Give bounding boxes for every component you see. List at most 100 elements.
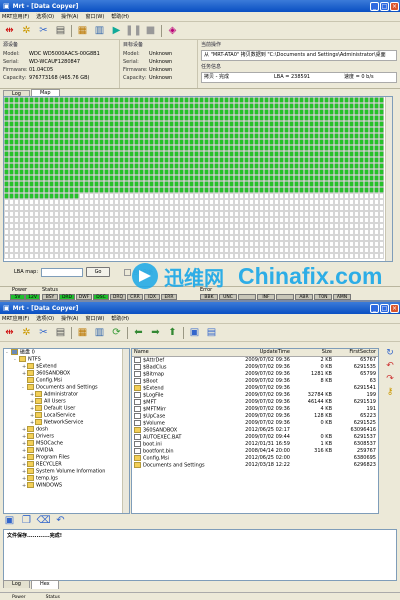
menu-options[interactable]: 选项(O) bbox=[36, 315, 54, 322]
drive-icon[interactable]: ▥ bbox=[93, 326, 106, 339]
sector-cell bbox=[144, 247, 149, 253]
menu-mrt[interactable]: MRT应用(F) bbox=[2, 315, 29, 322]
key-icon[interactable]: ⚷ bbox=[380, 387, 400, 400]
file-row[interactable]: $MFT 2009/07/02 09:36 46144 KB 6291519 bbox=[132, 399, 378, 406]
close-button[interactable]: × bbox=[390, 1, 399, 11]
play-icon[interactable]: ▶ bbox=[110, 24, 123, 37]
tab-hex[interactable]: Hex bbox=[30, 580, 59, 589]
tree-item[interactable]: + All Users bbox=[4, 398, 129, 405]
file-row[interactable]: $UpCase 2009/07/02 09:36 128 KB 65223 bbox=[132, 413, 378, 420]
document-icon[interactable]: ▦ bbox=[76, 24, 89, 37]
file-row[interactable]: AUTOEXEC.BAT 2009/07/02 09:44 0 KB 6291537 bbox=[132, 434, 378, 441]
back-arrow-icon[interactable]: ⬅ bbox=[132, 326, 145, 339]
tree-item[interactable]: + RECYCLER bbox=[4, 461, 129, 468]
tree-item[interactable]: + Default User bbox=[4, 405, 129, 412]
menu-help[interactable]: 帮助(H) bbox=[111, 315, 129, 322]
auto-refresh-checkbox[interactable] bbox=[124, 268, 132, 276]
disconnect-icon[interactable]: ⇹ bbox=[3, 326, 16, 339]
copy-icon[interactable]: ❐ bbox=[20, 515, 33, 528]
tree-item[interactable]: + NVIDIA bbox=[4, 447, 129, 454]
maximize-button[interactable]: □ bbox=[380, 1, 389, 11]
tree-item[interactable]: + System Volume Information bbox=[4, 468, 129, 475]
tree-item[interactable]: + Drivers bbox=[4, 433, 129, 440]
redo-icon[interactable]: ↷ bbox=[380, 374, 400, 387]
tree-item[interactable]: + $Extend bbox=[4, 363, 129, 370]
cut-icon[interactable]: ✂ bbox=[37, 24, 50, 37]
save-icon[interactable]: ▣ bbox=[188, 326, 201, 339]
device-icon[interactable]: ▤ bbox=[54, 24, 67, 37]
file-row[interactable]: $LogFile 2009/07/02 09:36 32784 KB 199 bbox=[132, 392, 378, 399]
menu-options[interactable]: 选项(O) bbox=[36, 13, 54, 20]
view-icon[interactable]: ▤ bbox=[205, 326, 218, 339]
tree-item[interactable]: + Program Files bbox=[4, 454, 129, 461]
undo-icon[interactable]: ↶ bbox=[380, 361, 400, 374]
refresh-icon[interactable]: ↻ bbox=[380, 348, 400, 361]
up-arrow-icon[interactable]: ⬆ bbox=[166, 326, 179, 339]
column-firstsector[interactable]: FirstSector bbox=[332, 349, 376, 356]
sector-cell bbox=[139, 235, 144, 241]
menu-window[interactable]: 窗口(W) bbox=[85, 315, 104, 322]
maximize-button[interactable]: □ bbox=[380, 303, 389, 313]
menu-mrt[interactable]: MRT应用(F) bbox=[2, 13, 29, 20]
minimize-button[interactable]: _ bbox=[370, 1, 379, 11]
tree-item[interactable]: +360SANDBOX bbox=[4, 370, 129, 377]
toolbar-separator bbox=[71, 24, 72, 37]
tree-item[interactable]: - Documents and Settings bbox=[4, 384, 129, 391]
refresh-icon[interactable]: ⟳ bbox=[110, 326, 123, 339]
chip-icon[interactable]: ◈ bbox=[166, 24, 179, 37]
device-icon[interactable]: ▤ bbox=[54, 326, 67, 339]
disconnect-icon[interactable]: ⇹ bbox=[3, 24, 16, 37]
column-name[interactable]: Name bbox=[132, 349, 230, 356]
tree-item[interactable]: + NetworkService bbox=[4, 419, 129, 426]
go-button[interactable]: Go bbox=[86, 267, 111, 277]
file-row[interactable]: 360SANDBOX 2012/06/25 02:17 63096416 bbox=[132, 427, 378, 434]
forward-arrow-icon[interactable]: ➡ bbox=[149, 326, 162, 339]
document-icon[interactable]: ▦ bbox=[76, 326, 89, 339]
menu-help[interactable]: 帮助(H) bbox=[111, 13, 129, 20]
file-row[interactable]: $Volume 2009/07/02 09:36 0 KB 6291525 bbox=[132, 420, 378, 427]
save-icon[interactable]: ▣ bbox=[3, 515, 16, 528]
file-row[interactable]: $Extend 2009/07/02 09:36 6291541 bbox=[132, 385, 378, 392]
settings-icon[interactable]: ✲ bbox=[20, 326, 33, 339]
tree-item[interactable]: + LocalService bbox=[4, 412, 129, 419]
file-row[interactable]: boot.ini 2012/01/31 16:59 1 KB 6308537 bbox=[132, 441, 378, 448]
sector-cell bbox=[329, 241, 334, 247]
column-updatetime[interactable]: UpdateTime bbox=[230, 349, 290, 356]
file-row[interactable]: $Boot 2009/07/02 09:36 8 KB 63 bbox=[132, 378, 378, 385]
undo-icon[interactable]: ↶ bbox=[54, 515, 67, 528]
tab-log[interactable]: Log bbox=[3, 580, 30, 588]
stop-icon[interactable]: ■ bbox=[144, 24, 157, 37]
column-size[interactable]: Size bbox=[290, 349, 332, 356]
file-row[interactable]: bootfont.bin 2008/04/14 20:00 316 KB 259767 bbox=[132, 448, 378, 455]
menu-window[interactable]: 窗口(W) bbox=[85, 13, 104, 20]
menu-action[interactable]: 操作(A) bbox=[61, 13, 78, 20]
file-row[interactable]: $AttrDef 2009/07/02 09:36 2 KB 65767 bbox=[132, 357, 378, 364]
sector-cell bbox=[159, 229, 164, 235]
minimize-button[interactable]: _ bbox=[370, 303, 379, 313]
drive-icon[interactable]: ▥ bbox=[93, 24, 106, 37]
cut-icon[interactable]: ✂ bbox=[37, 326, 50, 339]
close-button[interactable]: × bbox=[390, 303, 399, 313]
file-row[interactable]: $Bitmap 2009/07/02 09:36 1281 KB 65799 bbox=[132, 371, 378, 378]
pause-icon[interactable]: ❚❚ bbox=[125, 24, 142, 37]
tree-item[interactable]: + Administrator bbox=[4, 391, 129, 398]
sector-cell bbox=[279, 211, 284, 217]
tree-item[interactable]: + temp.lgs bbox=[4, 475, 129, 482]
tree-item[interactable]: + WINDOWS bbox=[4, 482, 129, 489]
tree-item[interactable]: Config.Msi bbox=[4, 377, 129, 384]
tree-item[interactable]: + dosh bbox=[4, 426, 129, 433]
lba-input[interactable] bbox=[41, 267, 84, 277]
menu-action[interactable]: 操作(A) bbox=[61, 315, 78, 322]
tree-item[interactable]: + MSOCache bbox=[4, 440, 129, 447]
settings-icon[interactable]: ✲ bbox=[20, 24, 33, 37]
tree-item[interactable]: - 磁盘 0 bbox=[4, 349, 129, 356]
sector-cell bbox=[269, 253, 274, 259]
file-row[interactable]: $MFTMirr 2009/07/02 09:36 4 KB 191 bbox=[132, 406, 378, 413]
file-row[interactable]: Documents and Settings 2012/03/18 12:22 62… bbox=[132, 462, 378, 469]
file-row[interactable]: Config.Msi 2012/06/25 02:00 6380695 bbox=[132, 455, 378, 462]
tree-item[interactable]: - NTFS bbox=[4, 356, 129, 363]
tree-scrollbar[interactable] bbox=[122, 349, 129, 513]
file-row[interactable]: $BadClus 2009/07/02 09:36 0 KB 6291535 bbox=[132, 364, 378, 371]
map-scrollbar[interactable] bbox=[385, 97, 392, 261]
clear-icon[interactable]: ⌫ bbox=[36, 515, 50, 528]
